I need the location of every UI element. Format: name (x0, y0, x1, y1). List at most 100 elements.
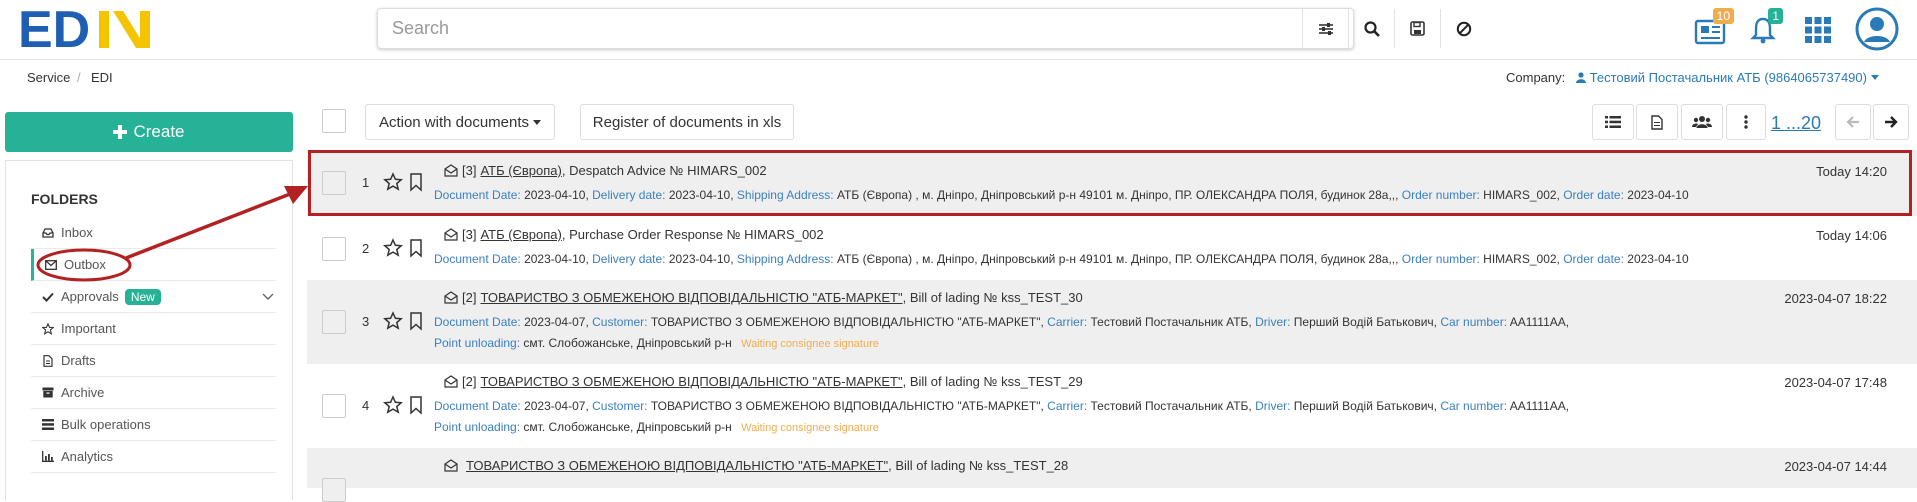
doc-meta-line-2: Point unloading: смт. Слобожанське, Дніп… (434, 420, 879, 434)
document-row[interactable]: 1 [3] АТБ (Європа) , Despatch Advice № H… (307, 150, 1917, 216)
folder-label: Approvals (61, 289, 119, 304)
star-icon[interactable] (383, 172, 403, 192)
document-row[interactable]: ТОВАРИСТВО З ОБМЕЖЕНОЮ ВІДПОВІДАЛЬНІСТЮ … (307, 448, 1917, 502)
doc-party[interactable]: ТОВАРИСТВО З ОБМЕЖЕНОЮ ВІДПОВІДАЛЬНІСТЮ … (480, 374, 902, 389)
document-title[interactable]: [2] ТОВАРИСТВО З ОБМЕЖЕНОЮ ВІДПОВІДАЛЬНІ… (444, 290, 1083, 305)
doc-meta-line: Document Date: 2023-04-07, Customer: ТОВ… (434, 315, 1569, 329)
company-name: Тестовий Постачальник АТБ (9864065737490… (1589, 70, 1867, 85)
envelope-open-icon (444, 375, 458, 388)
meta-value: 2023-04-10, (524, 252, 589, 266)
meta-value: АТБ (Європа) , м. Дніпро, Дніпровський р… (836, 188, 1399, 202)
pagination-range[interactable]: 1 ...20 (1771, 113, 1821, 134)
meta-key: Point unloading: (434, 336, 521, 350)
doc-party[interactable]: АТБ (Європа) (480, 227, 561, 242)
folder-archive[interactable]: Archive (31, 377, 276, 409)
company-label: Company: (1506, 70, 1566, 85)
breadcrumb-service[interactable]: Service (27, 70, 70, 85)
bookmark-icon[interactable] (406, 311, 426, 331)
row-checkbox[interactable] (322, 171, 346, 195)
doc-time: 2023-04-07 18:22 (1784, 291, 1887, 306)
more-options-icon[interactable] (1726, 104, 1766, 140)
document-title[interactable]: [2] ТОВАРИСТВО З ОБМЕЖЕНОЮ ВІДПОВІДАЛЬНІ… (444, 374, 1083, 389)
status-text: Waiting consignee signature (741, 338, 879, 350)
doc-title: , Bill of lading № kss_TEST_28 (888, 458, 1069, 473)
row-number: 1 (362, 175, 370, 190)
doc-title: , Bill of lading № kss_TEST_30 (902, 290, 1083, 305)
search-input[interactable] (378, 9, 1318, 48)
documents-icon[interactable]: 10 (1688, 8, 1734, 52)
action-with-documents-dropdown[interactable]: Action with documents (365, 104, 555, 140)
edi-logo[interactable]: ED (18, 5, 158, 53)
document-row[interactable]: 2 [3] АТБ (Європа) , Purchase Order Resp… (307, 216, 1917, 280)
clear-search-icon[interactable] (1440, 9, 1486, 48)
breadcrumb-bar: Service / EDI Company: Тестовий Постачал… (0, 62, 1917, 94)
folder-label: Drafts (61, 353, 96, 368)
folder-inbox[interactable]: Inbox (31, 217, 276, 249)
document-row[interactable]: 4 [2] ТОВАРИСТВО З ОБМЕЖЕНОЮ ВІДПОВІДАЛЬ… (307, 364, 1917, 448)
user-avatar-icon[interactable] (1854, 6, 1900, 52)
doc-party[interactable]: ТОВАРИСТВО З ОБМЕЖЕНОЮ ВІДПОВІДАЛЬНІСТЮ … (466, 458, 888, 473)
meta-value: 2023-04-10, (668, 188, 734, 202)
folder-approvals[interactable]: Approvals New (31, 281, 276, 313)
star-icon[interactable] (383, 311, 403, 331)
list-view-icon[interactable] (1592, 104, 1634, 140)
doc-meta-line: Document Date: 2023-04-10, Delivery date… (434, 252, 1689, 266)
breadcrumb-separator: / (77, 70, 81, 85)
check-icon (35, 292, 61, 302)
create-button[interactable]: Create (5, 112, 293, 152)
documents-badge: 10 (1712, 8, 1734, 24)
chevron-down-icon[interactable] (262, 293, 274, 301)
doc-party[interactable]: ТОВАРИСТВО З ОБМЕЖЕНОЮ ВІДПОВІДАЛЬНІСТЮ … (480, 290, 902, 305)
bell-icon[interactable]: 1 (1741, 8, 1785, 52)
filter-sliders-icon[interactable] (1302, 9, 1348, 48)
save-search-icon[interactable] (1394, 9, 1440, 48)
folders-title: FOLDERS (31, 191, 98, 207)
prev-page-icon[interactable] (1835, 104, 1871, 140)
bookmark-icon[interactable] (406, 172, 426, 192)
doc-party[interactable]: АТБ (Європа) (480, 163, 561, 178)
search-icon[interactable] (1348, 9, 1394, 48)
bookmark-icon[interactable] (406, 395, 426, 415)
folder-drafts[interactable]: Drafts (31, 345, 276, 377)
row-checkbox[interactable] (322, 478, 346, 502)
svg-text:ED: ED (18, 5, 90, 53)
star-icon[interactable] (383, 238, 403, 258)
meta-key: Driver: (1255, 315, 1291, 329)
envelope-open-icon (444, 291, 458, 304)
row-checkbox[interactable] (322, 237, 346, 261)
meta-key: Customer: (592, 315, 648, 329)
meta-value: 2023-04-10 (1627, 252, 1689, 266)
chart-icon (35, 451, 61, 462)
folder-outbox[interactable]: Outbox (31, 249, 276, 281)
folder-analytics[interactable]: Analytics (31, 441, 276, 473)
apps-grid-icon[interactable] (1796, 8, 1840, 52)
company-selector[interactable]: Тестовий Постачальник АТБ (9864065737490… (1576, 70, 1879, 85)
register-xls-button[interactable]: Register of documents in xls (580, 104, 794, 140)
document-title[interactable]: [3] АТБ (Європа) , Despatch Advice № HIM… (444, 163, 767, 178)
meta-key: Document Date: (434, 252, 521, 266)
folder-important[interactable]: Important (31, 313, 276, 345)
star-icon[interactable] (383, 395, 403, 415)
document-row[interactable]: 3 [2] ТОВАРИСТВО З ОБМЕЖЕНОЮ ВІДПОВІДАЛЬ… (307, 280, 1917, 364)
meta-key: Carrier: (1047, 399, 1088, 413)
breadcrumb-edi[interactable]: EDI (91, 70, 113, 85)
users-group-icon[interactable] (1681, 104, 1723, 140)
document-title[interactable]: [3] АТБ (Європа) , Purchase Order Respon… (444, 227, 824, 242)
bookmark-icon[interactable] (406, 238, 426, 258)
folder-label: Inbox (61, 225, 93, 240)
folder-bulk-operations[interactable]: Bulk operations (31, 409, 276, 441)
folder-label: Outbox (64, 257, 106, 272)
folder-label: Important (61, 321, 116, 336)
next-page-icon[interactable] (1873, 104, 1909, 140)
document-view-icon[interactable] (1636, 104, 1678, 140)
top-navbar: ED 10 1 (0, 0, 1917, 60)
row-checkbox[interactable] (322, 310, 346, 334)
folder-label: Analytics (61, 449, 114, 464)
doc-prefix: [2] (462, 290, 477, 305)
folder-label: Bulk operations (61, 417, 151, 432)
document-title[interactable]: ТОВАРИСТВО З ОБМЕЖЕНОЮ ВІДПОВІДАЛЬНІСТЮ … (444, 458, 1068, 473)
envelope-icon (38, 259, 64, 270)
meta-value: 2023-04-10, (668, 252, 734, 266)
row-checkbox[interactable] (322, 394, 346, 418)
select-all-checkbox[interactable] (322, 109, 346, 133)
